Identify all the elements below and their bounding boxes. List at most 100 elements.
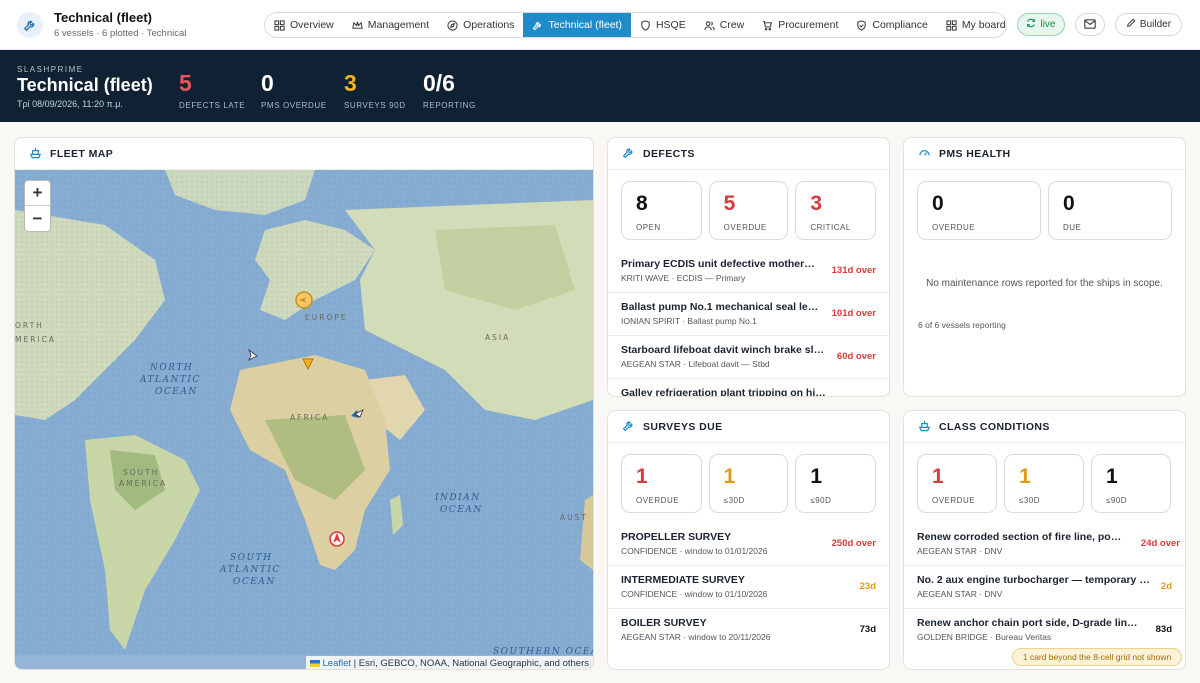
app-title: Technical (fleet)	[54, 10, 153, 25]
row-subtitle: AEGEAN STAR · DNV	[917, 589, 1003, 599]
map-label-aust: AUST	[560, 513, 588, 522]
class-30d-tile[interactable]: 1 ≤30D	[1004, 454, 1084, 513]
tile-value: 8	[636, 192, 648, 215]
row-badge: 83d	[1155, 624, 1172, 635]
cart-icon	[762, 20, 773, 31]
pms-due-tile[interactable]: 0 DUE	[1048, 181, 1172, 240]
fleet-map-card: FLEET MAP NORTH ATLANTIC OCEAN SOUTH ATL…	[14, 137, 594, 670]
fleet-map[interactable]: NORTH ATLANTIC OCEAN SOUTH ATLANTIC OCEA…	[15, 170, 593, 669]
tile-label: ≤30D	[1019, 496, 1041, 505]
tile-label: ≤90D	[1106, 496, 1128, 505]
tile-label: CRITICAL	[810, 223, 851, 232]
tab-label: Management	[367, 19, 430, 31]
list-item[interactable]: Primary ECDIS unit defective motherboard…	[608, 250, 889, 293]
map-label-europe: EUROPE	[305, 313, 348, 322]
surveys-overdue-tile[interactable]: 1 OVERDUE	[621, 454, 702, 513]
map-label-south-am: SOUTH	[123, 468, 159, 477]
builder-button[interactable]: Builder	[1115, 13, 1182, 36]
live-toggle-button[interactable]: live	[1017, 13, 1065, 36]
kpi-surveys-90d: 3 SURVEYS 90D	[344, 70, 406, 110]
tab-label: Crew	[719, 19, 745, 31]
tile-value: 1	[932, 465, 944, 488]
leaflet-link[interactable]: Leaflet	[323, 658, 352, 669]
fleet-map-header: FLEET MAP	[15, 138, 593, 170]
tab-label: Procurement	[778, 19, 839, 31]
row-badge: 24d over	[1140, 538, 1180, 549]
tile-value: 5	[723, 192, 736, 215]
class-list: Renew corroded section of fire line, poo…	[904, 523, 1185, 652]
pms-overdue-tile[interactable]: 0 OVERDUE	[917, 181, 1041, 240]
row-badge: 23d	[859, 581, 876, 592]
kpi-pms-overdue: 0 PMS OVERDUE	[261, 70, 327, 110]
list-item[interactable]: Ballast pump No.1 mechanical seal leakag…	[608, 293, 889, 336]
pms-health-card: PMS HEALTH 0 OVERDUE 0 DUE No maintenanc…	[903, 137, 1186, 397]
surveys-90d-tile[interactable]: 1 ≤90D	[795, 454, 877, 513]
class-90d-tile[interactable]: 1 ≤90D	[1091, 454, 1171, 513]
tab-operations[interactable]: Operations	[438, 13, 523, 37]
class-conditions-header: CLASS CONDITIONS	[904, 411, 1185, 443]
gauge-icon	[918, 146, 931, 162]
class-overdue-tile[interactable]: 1 OVERDUE	[917, 454, 997, 513]
people-icon	[704, 20, 715, 31]
defects-overdue-tile[interactable]: 5 OVERDUE	[708, 181, 789, 240]
tab-procurement[interactable]: Procurement	[753, 13, 847, 37]
tab-my-board[interactable]: My board	[937, 13, 1006, 37]
surveys-due-header: SURVEYS DUE	[608, 411, 889, 443]
list-item[interactable]: Starboard lifeboat davit winch brake sli…	[608, 336, 889, 379]
row-subtitle: CONFIDENCE · window to 01/10/2026	[621, 589, 768, 599]
map-label-north: NORTH	[149, 363, 193, 373]
mail-button[interactable]	[1075, 13, 1105, 36]
row-title: No. 2 aux engine turbocharger — temporar…	[917, 574, 1150, 586]
defects-open-tile[interactable]: 8 OPEN	[621, 181, 702, 240]
tab-hsqe[interactable]: HSQE	[631, 13, 695, 37]
tab-overview[interactable]: Overview	[265, 13, 343, 37]
tile-value: 1	[810, 465, 823, 488]
list-item[interactable]: No. 2 aux engine turbocharger — temporar…	[904, 566, 1185, 609]
surveys-30d-tile[interactable]: 1 ≤30D	[708, 454, 789, 513]
kpi-reporting: 0/6 REPORTING	[423, 70, 476, 110]
row-title: Galley refrigeration plant tripping on h…	[621, 387, 826, 397]
class-conditions-card: CLASS CONDITIONS 1 OVERDUE 1 ≤30D 1 ≤90D…	[903, 410, 1186, 670]
tile-value: 3	[810, 192, 823, 215]
defects-critical-tile[interactable]: 3 CRITICAL	[795, 181, 877, 240]
tile-label: OVERDUE	[723, 223, 767, 232]
map-label-ocean-2: OCEAN	[233, 577, 276, 587]
vessel-marker[interactable]	[295, 291, 313, 309]
vessel-marker-alert[interactable]	[329, 531, 345, 547]
list-item[interactable]: Renew corroded section of fire line, poo…	[904, 523, 1185, 566]
tab-management[interactable]: Management	[343, 13, 438, 37]
defects-tiles: 8 OPEN 5 OVERDUE 3 CRITICAL	[608, 170, 889, 240]
defects-card: DEFECTS 8 OPEN 5 OVERDUE 3 CRITICAL Prim…	[607, 137, 890, 397]
pms-health-header: PMS HEALTH	[904, 138, 1185, 170]
tab-crew[interactable]: Crew	[695, 13, 754, 37]
defects-header: DEFECTS	[608, 138, 889, 170]
list-item[interactable]: PROPELLER SURVEY CONFIDENCE · window to …	[608, 523, 889, 566]
list-item[interactable]: Renew anchor chain port side, D-grade li…	[904, 609, 1185, 652]
tile-label: OPEN	[636, 223, 661, 232]
tab-compliance[interactable]: Compliance	[847, 13, 936, 37]
grid-icon	[946, 19, 957, 31]
list-item[interactable]: BOILER SURVEY AEGEAN STAR · window to 20…	[608, 609, 889, 652]
tab-technical-fleet[interactable]: Technical (fleet)	[523, 13, 631, 37]
wrench-icon	[622, 419, 635, 435]
row-badge: 60d over	[836, 351, 876, 362]
row-title: Renew corroded section of fire line, poo…	[917, 531, 1125, 543]
tile-label: OVERDUE	[932, 223, 976, 232]
zoom-out-button[interactable]: −	[25, 206, 50, 231]
kpi-value: 5	[179, 70, 192, 96]
list-item[interactable]: Galley refrigeration plant tripping on h…	[608, 379, 889, 397]
wrench-icon	[532, 20, 543, 31]
world-map: NORTH ATLANTIC OCEAN SOUTH ATLANTIC OCEA…	[15, 170, 593, 669]
list-item[interactable]: INTERMEDIATE SURVEY CONFIDENCE · window …	[608, 566, 889, 609]
tile-label: OVERDUE	[636, 496, 680, 505]
row-title: Starboard lifeboat davit winch brake sli…	[621, 344, 826, 356]
mail-icon	[1084, 16, 1096, 34]
top-bar: Technical (fleet) 6 vessels · 6 plotted …	[0, 0, 1200, 50]
surveys-list: PROPELLER SURVEY CONFIDENCE · window to …	[608, 523, 889, 652]
map-attribution: Leaflet | Esri, GEBCO, NOAA, National Ge…	[305, 656, 593, 669]
row-subtitle: AEGEAN STAR · DNV	[917, 546, 1003, 556]
map-label-africa: AFRICA	[290, 413, 329, 422]
zoom-in-button[interactable]: +	[25, 181, 50, 206]
kpi-value: 3	[344, 70, 357, 96]
kpi-value: 0	[261, 70, 274, 96]
